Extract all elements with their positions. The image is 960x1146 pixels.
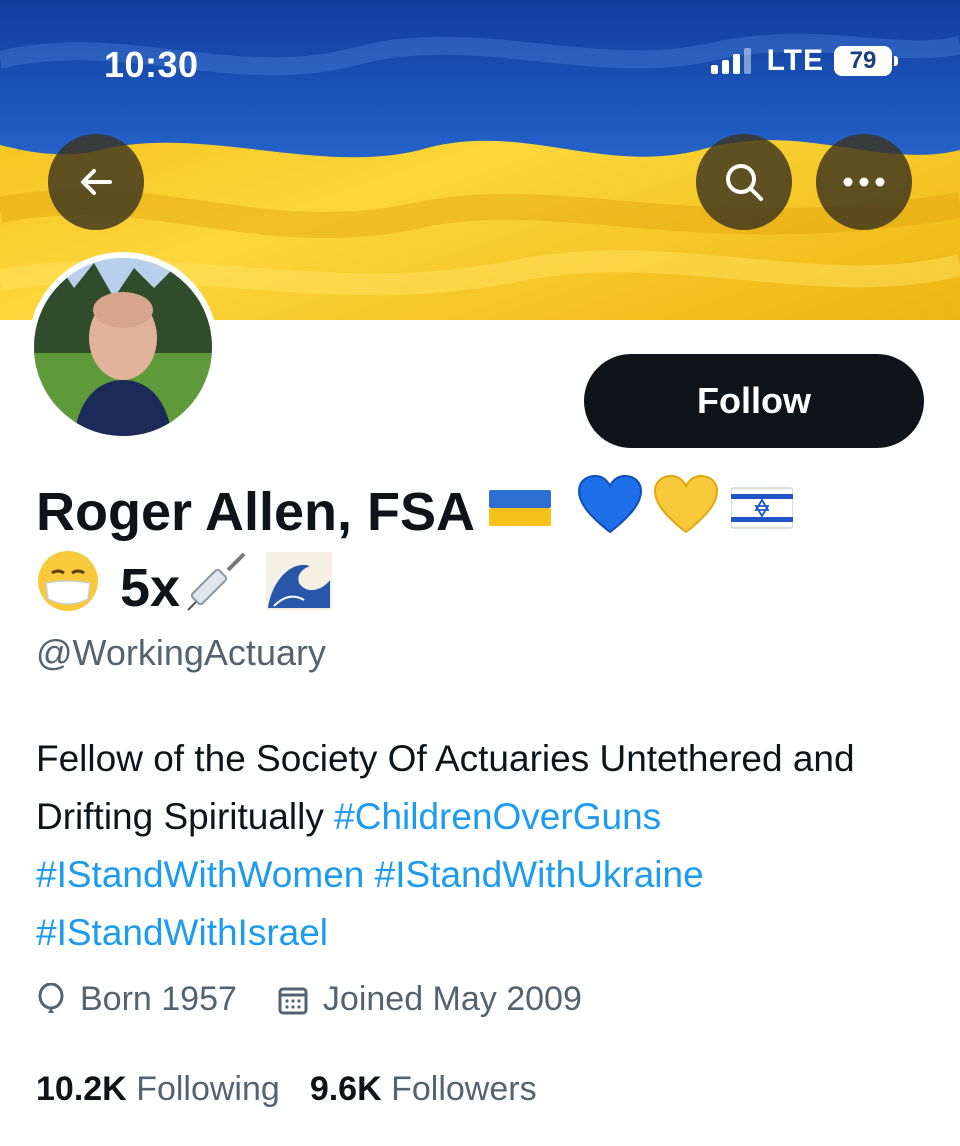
display-name-text: Roger Allen, FSA xyxy=(36,481,476,542)
profile-meta: Born 1957 Joined May 2009 xyxy=(36,980,622,1019)
search-button[interactable] xyxy=(696,134,792,230)
followers-label: Followers xyxy=(391,1070,537,1108)
yellow-heart-emoji-icon xyxy=(653,474,719,549)
display-name-line2: 5x xyxy=(36,548,334,627)
balloon-icon xyxy=(38,982,64,1013)
followers-count: 9.6K xyxy=(309,1070,382,1108)
joined-date: Joined May 2009 xyxy=(322,980,582,1018)
back-button[interactable] xyxy=(48,134,144,230)
user-handle: @WorkingActuary xyxy=(36,632,326,673)
joined-info: Joined May 2009 xyxy=(277,980,582,1019)
followers-link[interactable]: 9.6K Followers xyxy=(310,1070,537,1109)
status-time: 10:30 xyxy=(104,44,199,85)
following-label: Following xyxy=(136,1070,280,1108)
more-horizontal-icon xyxy=(843,177,885,187)
profile-bio: Fellow of the Society Of Actuaries Untet… xyxy=(36,730,936,962)
syringe-emoji-icon xyxy=(184,548,250,627)
following-count: 10.2K xyxy=(36,1070,127,1108)
follow-button[interactable]: Follow xyxy=(584,354,924,448)
status-indicators: LTE 79 xyxy=(710,44,898,78)
avatar[interactable] xyxy=(28,252,218,442)
more-options-button[interactable] xyxy=(816,134,912,230)
name-suffix: 5x xyxy=(120,557,181,618)
mask-face-emoji-icon xyxy=(36,549,100,626)
avatar-photo xyxy=(34,258,212,436)
hashtag-link[interactable]: #IStandWithUkraine xyxy=(375,854,704,895)
battery-icon: 79 xyxy=(834,46,898,76)
network-label: LTE xyxy=(766,44,824,77)
battery-level: 79 xyxy=(849,47,877,74)
hashtag-link[interactable]: #IStandWithWomen xyxy=(36,854,364,895)
israel-flag-emoji-icon xyxy=(730,481,794,543)
wave-emoji-icon xyxy=(264,550,334,625)
search-icon xyxy=(726,164,763,201)
birth-info: Born 1957 xyxy=(36,980,237,1019)
ukraine-flag-emoji-icon xyxy=(489,481,552,543)
birth-date: Born 1957 xyxy=(80,980,237,1018)
follow-stats: 10.2K Following 9.6K Followers xyxy=(36,1070,567,1109)
signal-icon xyxy=(710,48,751,74)
calendar-icon xyxy=(278,987,308,1014)
arrow-left-icon xyxy=(81,169,112,195)
display-name: Roger Allen, FSA xyxy=(36,474,794,549)
following-link[interactable]: 10.2K Following xyxy=(36,1070,280,1109)
blue-heart-emoji-icon xyxy=(577,474,643,549)
hashtag-link[interactable]: #ChildrenOverGuns xyxy=(334,796,661,837)
hashtag-link[interactable]: #IStandWithIsrael xyxy=(36,912,328,953)
